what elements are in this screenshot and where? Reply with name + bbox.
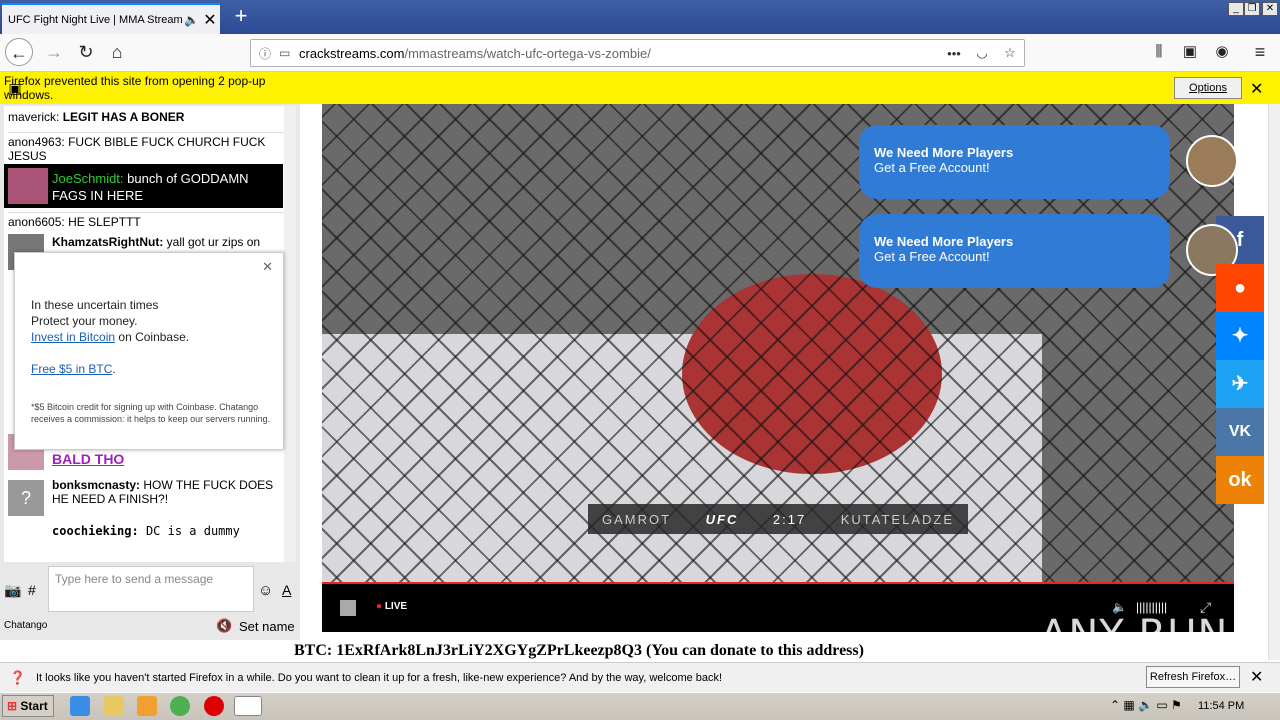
ad-fine-print: *$5 Bitcoin credit for signing up with C… [31, 402, 271, 424]
chat-message: maverick: LEGIT HAS A BONER [8, 110, 185, 124]
media-player-icon[interactable] [137, 696, 157, 716]
pocket-icon[interactable]: ◡ [968, 45, 996, 61]
chatango-brand[interactable]: Chatango [4, 620, 47, 631]
speaker-icon[interactable]: 🔈 [184, 13, 200, 27]
set-name-button[interactable]: Set name [239, 619, 295, 634]
text-format-icon[interactable]: A [282, 582, 291, 598]
reload-button[interactable]: ↻ [72, 38, 100, 66]
menu-icon[interactable]: ≡ [1246, 38, 1274, 66]
free-btc-link[interactable]: Free $5 in BTC [31, 362, 112, 376]
close-popup-bar-icon[interactable]: ✕ [1250, 79, 1263, 99]
mute-icon[interactable]: 🔇 [216, 618, 232, 634]
tray-icons[interactable]: ⌃ ▦ 🔈 ▭ ⚑ [1110, 698, 1182, 712]
url-path: /mmastreams/watch-ufc-ortega-vs-zombie/ [404, 45, 651, 61]
vk-share-icon[interactable]: VK [1216, 408, 1264, 456]
refresh-message: It looks like you haven't started Firefo… [36, 671, 723, 684]
new-tab-button[interactable]: + [228, 4, 254, 30]
popup-message: Firefox prevented this site from opening… [4, 74, 266, 102]
chat-message: KhamzatsRightNut: yall got ur zips on [52, 235, 261, 249]
chat-message: coochieking: DC is a dummy [52, 524, 240, 538]
restore-button[interactable]: ❐ [1244, 2, 1260, 16]
start-button[interactable]: ⊞ Start [2, 695, 54, 717]
chat-input[interactable]: Type here to send a message [48, 566, 254, 612]
coinbase-ad-popup: ✕ In these uncertain times Protect your … [14, 252, 284, 450]
chat-message: anon4963: FUCK BIBLE FUCK CHURCH FUCK JE… [8, 132, 284, 163]
chat-banner-message: JoeSchmidt: bunch of GODDAMN FAGS IN HER… [4, 164, 283, 208]
hash-button[interactable]: # [28, 582, 36, 598]
score-bug: GAMROT UFC 2:17 KUTATELADZE [588, 504, 968, 534]
btc-donation-text: BTC: 1ExRfArk8LnJ3rLiY2XGYgZPrLkeezp8Q3 … [294, 642, 864, 659]
invest-link[interactable]: Invest in Bitcoin [31, 330, 115, 344]
anyrun-watermark: ANY RUN [1040, 612, 1229, 658]
refresh-firefox-button[interactable]: Refresh Firefox… [1146, 666, 1240, 688]
chat-message: anon6605: HE SLEPTTT [8, 212, 284, 229]
fight-clock: 2:17 [772, 511, 807, 527]
chat-scrollbar[interactable] [284, 106, 296, 562]
tab-title: UFC Fight Night Live | MMA Stream [8, 13, 183, 26]
more-actions-icon[interactable]: ••• [940, 46, 968, 61]
close-ad-icon[interactable]: ✕ [262, 259, 273, 275]
bookmark-star-icon[interactable]: ☆ [996, 45, 1024, 61]
sidebar-icon[interactable]: ▣ [1176, 38, 1204, 66]
close-refresh-bar-icon[interactable]: ✕ [1250, 667, 1263, 687]
ad-line-2: Protect your money. [31, 314, 138, 328]
live-indicator: ● LIVE [376, 601, 408, 612]
options-button[interactable]: Options [1174, 77, 1242, 99]
close-tab-icon[interactable]: ✕ [200, 10, 220, 30]
chrome-icon[interactable] [170, 696, 190, 716]
minimize-button[interactable]: _ [1228, 2, 1244, 16]
account-icon[interactable]: ◉ [1208, 38, 1236, 66]
library-icon[interactable]: ⫼ [1145, 38, 1173, 66]
browser-tab[interactable]: UFC Fight Night Live | MMA Stream 🔈 ✕ [2, 3, 220, 34]
back-button[interactable]: ← [5, 38, 33, 66]
ad-line-1: In these uncertain times [31, 298, 159, 312]
popup-blocked-bar: ▣ Firefox prevented this site from openi… [0, 72, 1280, 104]
reddit-share-icon[interactable]: ● [1216, 264, 1264, 312]
url-bar[interactable]: ⓘ ▭ crackstreams.com /mmastreams/watch-u… [250, 39, 1025, 67]
user-avatar [8, 168, 48, 204]
explorer-icon[interactable] [104, 696, 124, 716]
stop-icon[interactable] [340, 600, 356, 616]
fighter-right: KUTATELADZE [840, 511, 954, 527]
home-button[interactable]: ⌂ [103, 38, 131, 66]
promo-bubble[interactable]: We Need More Players Get a Free Account! [859, 125, 1170, 199]
emoji-icon[interactable]: ☺ [258, 582, 273, 599]
odnoklassniki-share-icon[interactable]: ok [1216, 456, 1264, 504]
league-logo: UFC [705, 511, 739, 527]
promo-avatar [1186, 135, 1238, 187]
clock: 11:54 PM [1198, 700, 1245, 712]
fighter-left: GAMROT [602, 511, 672, 527]
taskbar [0, 692, 1280, 720]
page-icon: ▭ [279, 46, 291, 60]
url-host: crackstreams.com [299, 45, 405, 61]
chat-message[interactable]: BALD THO [52, 452, 284, 466]
info-icon[interactable]: ⓘ [259, 45, 279, 62]
firefox-task[interactable] [234, 696, 262, 716]
forward-button[interactable]: → [40, 38, 68, 66]
page-scrollbar[interactable] [1268, 104, 1280, 660]
window-close-button[interactable]: ✕ [1262, 2, 1278, 16]
messenger-share-icon[interactable]: ✦ [1216, 312, 1264, 360]
camera-icon[interactable]: 📷 [4, 582, 21, 599]
refresh-notification-bar: ❓ It looks like you haven't started Fire… [0, 662, 1280, 692]
promo-bubble[interactable]: We Need More Players Get a Free Account! [859, 214, 1170, 288]
question-icon: ❓ [9, 669, 27, 685]
anonymous-avatar: ? [8, 480, 44, 516]
twitter-share-icon[interactable]: ✈ [1216, 360, 1264, 408]
ie-icon[interactable] [70, 696, 90, 716]
opera-icon[interactable] [204, 696, 224, 716]
chat-message: bonksmcnasty: HOW THE FUCK DOES HE NEED … [52, 478, 274, 506]
